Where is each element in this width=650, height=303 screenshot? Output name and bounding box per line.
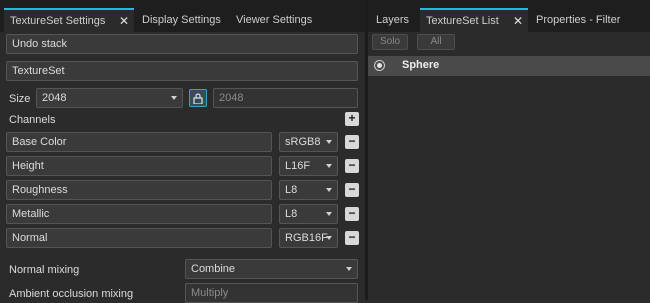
normal-mixing-value: Combine bbox=[191, 263, 236, 275]
tab-label: Layers bbox=[376, 14, 410, 26]
size-linked-field: 2048 bbox=[213, 88, 358, 108]
remove-channel-button[interactable]: − bbox=[345, 135, 359, 149]
channel-name: Normal bbox=[6, 228, 272, 248]
close-icon[interactable]: ✕ bbox=[119, 10, 129, 32]
textureset-settings-panel: TextureSet Settings ✕ Display Settings V… bbox=[0, 0, 366, 303]
channel-format-dropdown[interactable]: RGB16F bbox=[279, 228, 338, 248]
normal-mixing-dropdown[interactable]: Combine bbox=[185, 259, 358, 279]
channel-name: Base Color bbox=[6, 132, 272, 152]
channel-format: L8 bbox=[285, 184, 298, 196]
channel-format: L16F bbox=[285, 160, 311, 172]
tab-label: Viewer Settings bbox=[236, 14, 313, 26]
textureset-list-panel: Layers TextureSet List ✕ Properties - Fi… bbox=[367, 0, 650, 300]
tab-layers[interactable]: Layers bbox=[376, 8, 409, 32]
channel-name: Roughness bbox=[6, 180, 272, 200]
tab-textureset-settings[interactable]: TextureSet Settings ✕ bbox=[4, 8, 134, 32]
channel-format-dropdown[interactable]: sRGB8 bbox=[279, 132, 338, 152]
normal-mixing-label: Normal mixing bbox=[9, 264, 80, 276]
radio-selected-icon[interactable] bbox=[374, 60, 385, 71]
ao-mixing-dropdown[interactable]: Multiply bbox=[185, 283, 358, 303]
remove-channel-button[interactable]: − bbox=[345, 231, 359, 245]
channel-format-dropdown[interactable]: L16F bbox=[279, 156, 338, 176]
right-tab-bar: Layers TextureSet List ✕ Properties - Fi… bbox=[368, 0, 650, 32]
tab-textureset-list[interactable]: TextureSet List ✕ bbox=[420, 8, 528, 32]
textureset-name-field[interactable]: TextureSet bbox=[6, 61, 358, 81]
channel-format: RGB16F bbox=[285, 232, 328, 244]
chevron-down-icon bbox=[346, 267, 352, 271]
solo-button[interactable]: Solo bbox=[372, 34, 408, 50]
channel-format-dropdown[interactable]: L8 bbox=[279, 180, 338, 200]
close-icon[interactable]: ✕ bbox=[513, 10, 523, 32]
chevron-down-icon bbox=[326, 164, 332, 168]
channel-format-dropdown[interactable]: L8 bbox=[279, 204, 338, 224]
tab-display-settings[interactable]: Display Settings bbox=[142, 8, 221, 32]
tab-label: Properties - Filter bbox=[536, 14, 621, 26]
chevron-down-icon bbox=[326, 236, 332, 240]
add-channel-button[interactable]: + bbox=[345, 112, 359, 126]
chevron-down-icon bbox=[326, 140, 332, 144]
left-tab-bar: TextureSet Settings ✕ Display Settings V… bbox=[0, 0, 365, 32]
remove-channel-button[interactable]: − bbox=[345, 207, 359, 221]
list-item-label: Sphere bbox=[402, 59, 440, 71]
all-button[interactable]: All bbox=[417, 34, 455, 50]
tab-label: Display Settings bbox=[142, 14, 221, 26]
channel-format: sRGB8 bbox=[285, 136, 321, 148]
tab-properties-filter[interactable]: Properties - Filter bbox=[536, 8, 620, 32]
tab-viewer-settings[interactable]: Viewer Settings bbox=[236, 8, 312, 32]
tab-label: TextureSet List bbox=[426, 15, 499, 27]
channel-format: L8 bbox=[285, 208, 298, 220]
chevron-down-icon bbox=[171, 96, 177, 100]
undo-stack-field[interactable]: Undo stack bbox=[6, 34, 358, 54]
channels-title: Channels bbox=[9, 114, 56, 126]
channel-name: Height bbox=[6, 156, 272, 176]
chevron-down-icon bbox=[326, 188, 332, 192]
remove-channel-button[interactable]: − bbox=[345, 183, 359, 197]
channel-name: Metallic bbox=[6, 204, 272, 224]
size-dropdown[interactable]: 2048 bbox=[36, 88, 183, 108]
remove-channel-button[interactable]: − bbox=[345, 159, 359, 173]
chevron-down-icon bbox=[326, 212, 332, 216]
size-value: 2048 bbox=[42, 92, 67, 104]
size-label: Size bbox=[9, 93, 31, 105]
list-item[interactable]: Sphere bbox=[368, 56, 650, 76]
tab-label: TextureSet Settings bbox=[10, 15, 106, 27]
lock-icon[interactable] bbox=[189, 89, 207, 107]
